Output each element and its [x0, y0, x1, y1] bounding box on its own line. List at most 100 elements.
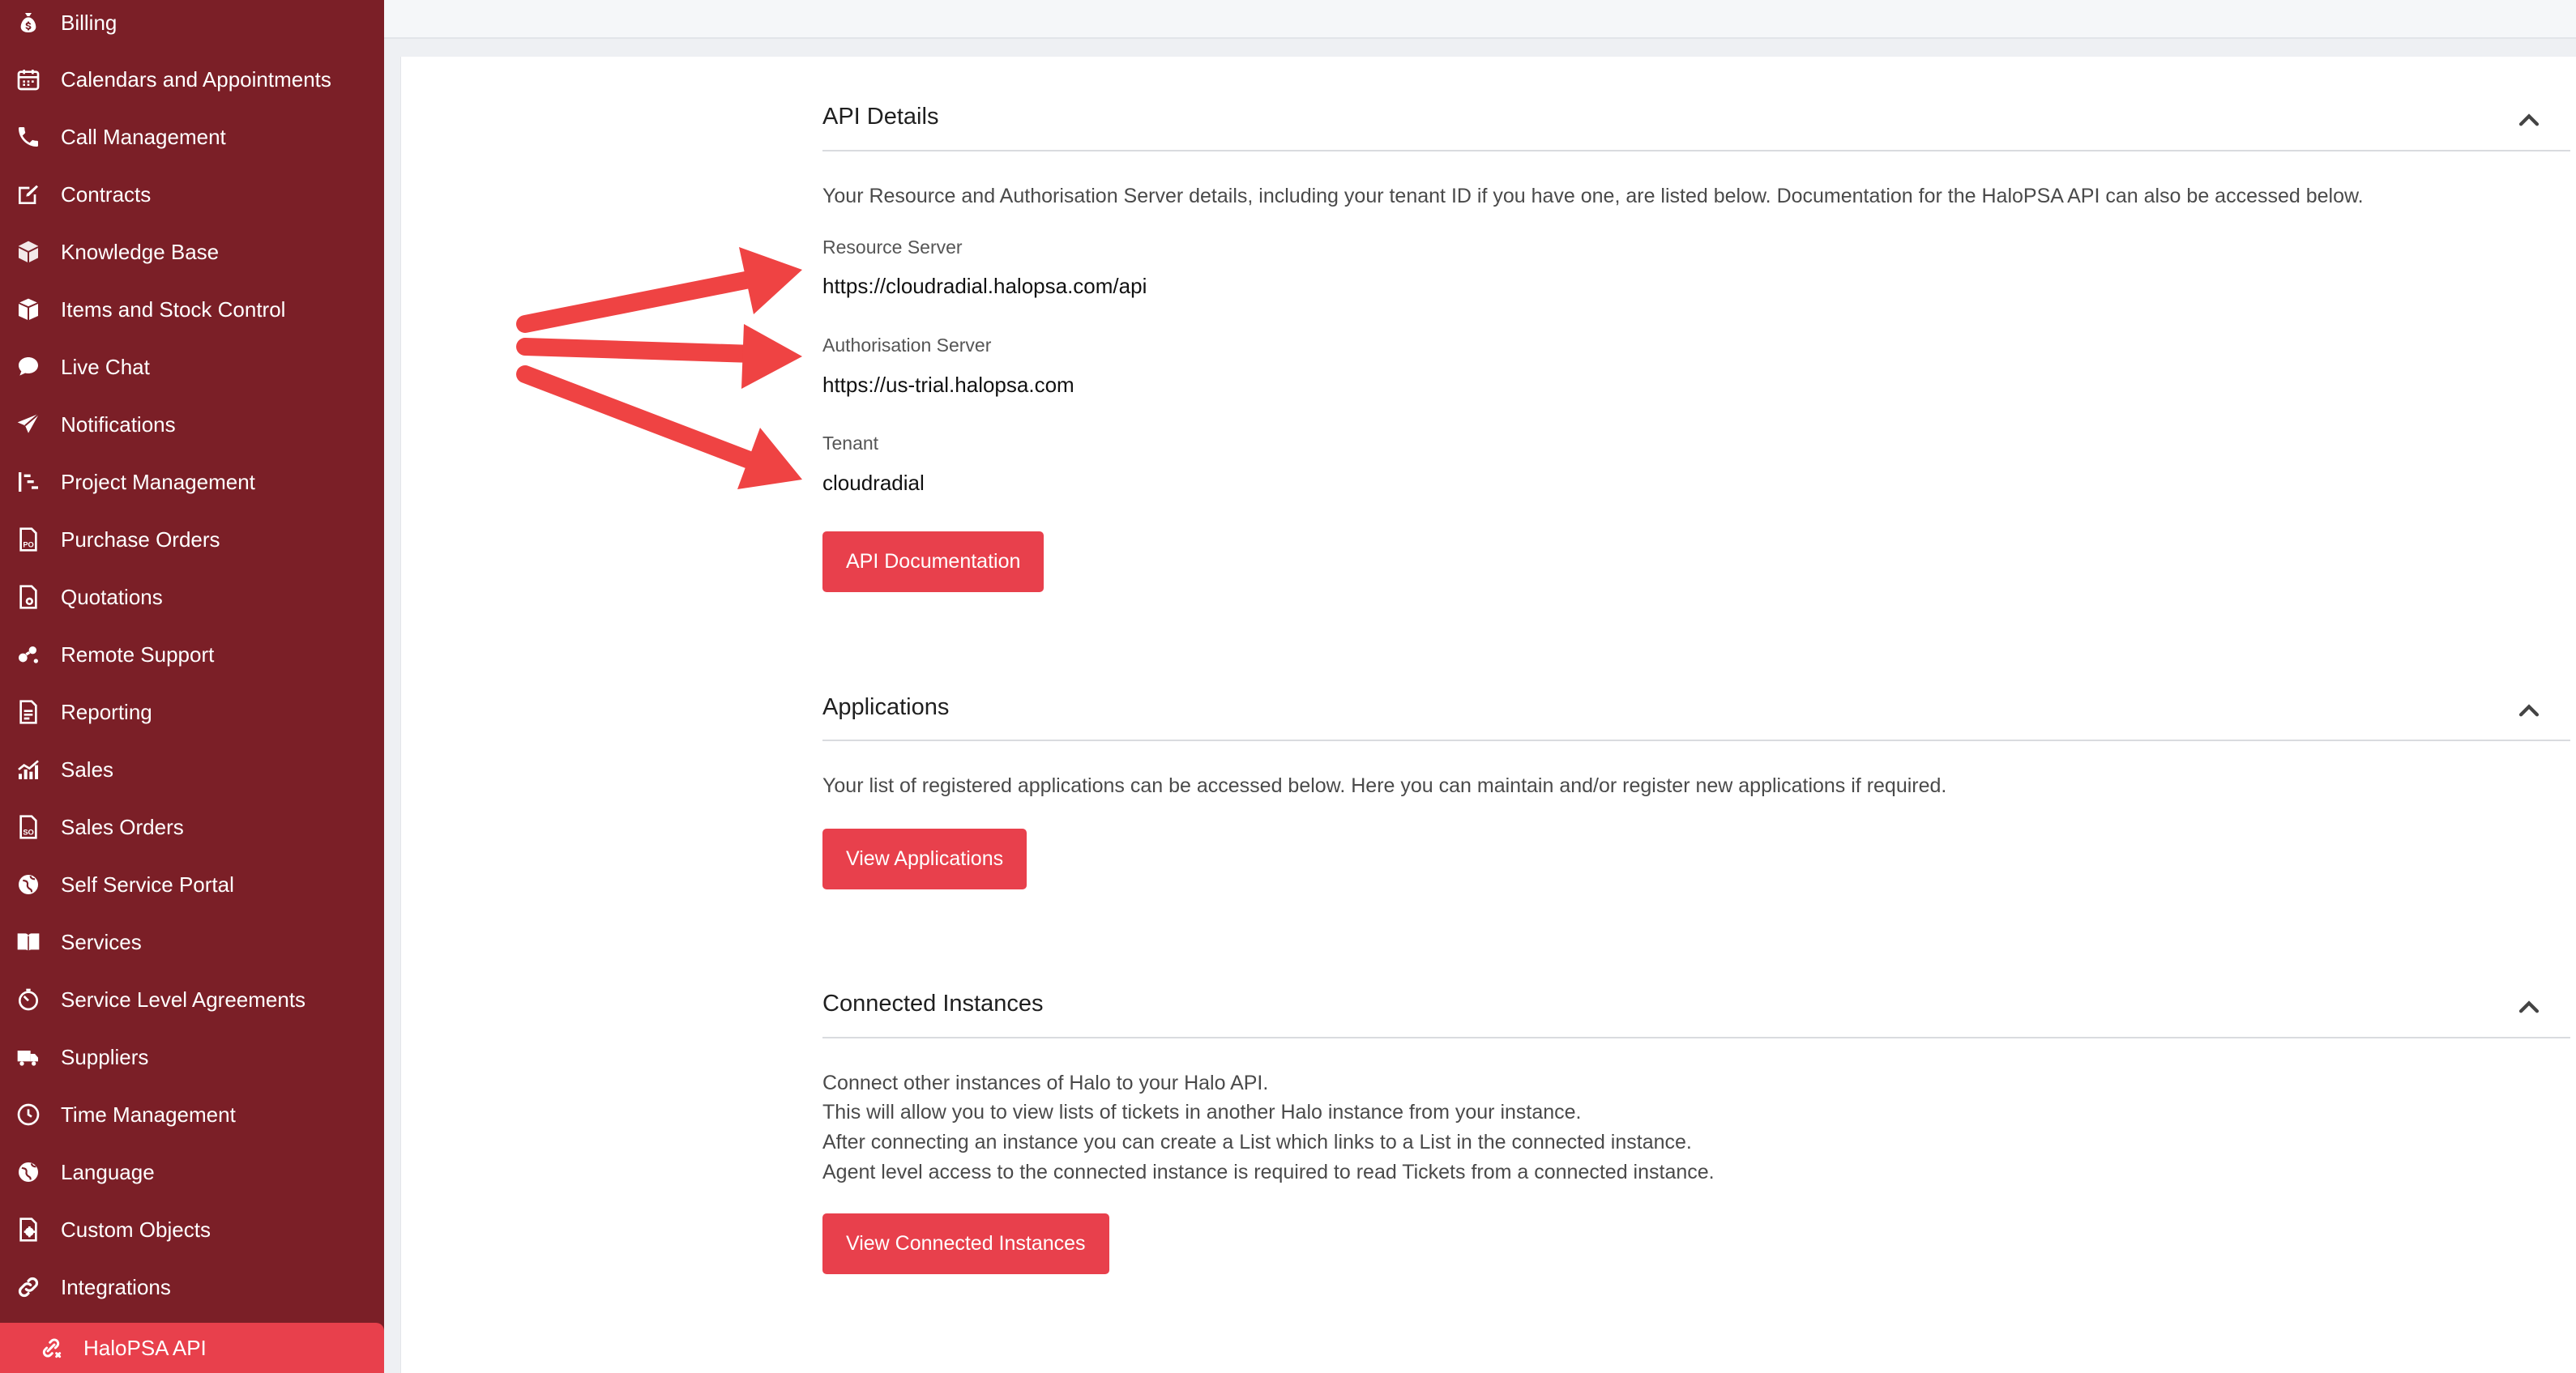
sidebar-item-label: Contracts	[61, 181, 152, 207]
stopwatch-icon	[15, 986, 42, 1013]
sidebar-item-label: Custom Objects	[61, 1217, 211, 1242]
sidebar-item-label: Suppliers	[61, 1044, 149, 1069]
sidebar-item-purchase-orders[interactable]: PO Purchase Orders	[0, 515, 384, 564]
sidebar-item-label: Knowledge Base	[61, 239, 220, 264]
sidebar-item-services[interactable]: Services	[0, 918, 384, 966]
contract-edit-icon	[15, 181, 42, 208]
view-applications-button[interactable]: View Applications	[822, 829, 1027, 889]
api-documentation-button[interactable]: API Documentation	[822, 531, 1044, 592]
sidebar-item-time-management[interactable]: Time Management	[0, 1090, 384, 1139]
sidebar-item-live-chat[interactable]: Live Chat	[0, 343, 384, 391]
sidebar-item-knowledge-base[interactable]: Knowledge Base	[0, 228, 384, 276]
sidebar-item-label: Project Management	[61, 469, 255, 494]
sidebar-item-label: Billing	[61, 10, 117, 35]
chevron-up-icon[interactable]	[2515, 107, 2543, 134]
box-icon	[15, 296, 42, 323]
sidebar-item-quotations[interactable]: Quotations	[0, 573, 384, 621]
sidebar-item-label: Sales	[61, 757, 114, 782]
open-book-icon	[15, 928, 42, 956]
chat-bubble-icon	[15, 353, 42, 381]
sidebar-item-sla[interactable]: Service Level Agreements	[0, 975, 384, 1024]
sidebar-item-label: Language	[61, 1159, 155, 1184]
clock-icon	[15, 1101, 42, 1128]
truck-icon	[15, 1043, 42, 1071]
sidebar-item-label: Live Chat	[61, 354, 150, 379]
sidebar-item-label: Reporting	[61, 699, 152, 724]
section-divider	[822, 150, 2570, 151]
gantt-icon	[15, 468, 42, 496]
sidebar-item-label: HaloPSA API	[83, 1335, 207, 1360]
sidebar-item-label: Items and Stock Control	[61, 296, 286, 322]
sidebar-item-label: Services	[61, 929, 142, 954]
view-connected-instances-button[interactable]: View Connected Instances	[822, 1213, 1109, 1274]
calendar-icon	[15, 66, 42, 93]
sales-chart-icon	[15, 756, 42, 783]
svg-text:PO: PO	[23, 540, 33, 548]
sidebar-item-label: Purchase Orders	[61, 527, 220, 552]
api-details-description: Your Resource and Authorisation Server d…	[822, 185, 2364, 207]
sidebar-item-sales-orders[interactable]: SO Sales Orders	[0, 803, 384, 851]
tenant-label: Tenant	[822, 433, 879, 454]
sidebar-item-calendars[interactable]: Calendars and Appointments	[0, 55, 384, 104]
section-divider	[822, 740, 2570, 741]
resource-server-value: https://cloudradial.halopsa.com/api	[822, 274, 1147, 298]
sidebar-item-integrations[interactable]: Integrations	[0, 1263, 384, 1311]
sidebar-item-self-service-portal[interactable]: Self Service Portal	[0, 860, 384, 909]
sidebar-item-label: Self Service Portal	[61, 872, 234, 897]
sidebar-item-label: Service Level Agreements	[61, 987, 306, 1012]
applications-description: Your list of registered applications can…	[822, 774, 1947, 797]
sidebar-item-label: Quotations	[61, 584, 163, 609]
sidebar-item-contracts[interactable]: Contracts	[0, 170, 384, 219]
sidebar-item-label: Remote Support	[61, 642, 215, 667]
remote-link-icon	[15, 641, 42, 668]
sidebar-item-call-management[interactable]: Call Management	[0, 113, 384, 161]
sidebar-item-language[interactable]: Language	[0, 1148, 384, 1196]
language-globe-icon	[15, 1158, 42, 1186]
phone-icon	[15, 123, 42, 151]
applications-title: Applications	[822, 694, 950, 720]
sidebar-item-suppliers[interactable]: Suppliers	[0, 1033, 384, 1081]
money-bag-icon	[15, 9, 42, 36]
tenant-value: cloudradial	[822, 471, 925, 495]
svg-text:SO: SO	[23, 828, 33, 836]
so-document-icon: SO	[15, 813, 42, 841]
sidebar-item-billing[interactable]: Billing	[0, 0, 384, 47]
sidebar-item-label: Time Management	[61, 1102, 236, 1127]
authorisation-server-label: Authorisation Server	[822, 335, 992, 356]
sidebar-item-items-stock[interactable]: Items and Stock Control	[0, 285, 384, 334]
report-document-icon	[15, 698, 42, 726]
sidebar-item-label: Calendars and Appointments	[61, 66, 331, 92]
book-cube-icon	[15, 238, 42, 266]
connected-instances-line: Agent level access to the connected inst…	[822, 1161, 1715, 1183]
section-divider	[822, 1037, 2570, 1038]
api-link-icon	[37, 1334, 65, 1362]
connected-instances-line: Connect other instances of Halo to your …	[822, 1072, 1269, 1094]
sidebar-item-label: Sales Orders	[61, 814, 184, 839]
sidebar-item-notifications[interactable]: Notifications	[0, 400, 384, 449]
connected-instances-title: Connected Instances	[822, 991, 1044, 1017]
api-details-title: API Details	[822, 104, 939, 130]
sidebar-item-label: Call Management	[61, 124, 226, 149]
sidebar-item-project-management[interactable]: Project Management	[0, 458, 384, 506]
quote-document-icon	[15, 583, 42, 611]
sidebar-item-halopsa-api[interactable]: HaloPSA API	[0, 1323, 384, 1373]
po-document-icon: PO	[15, 526, 42, 553]
chevron-up-icon[interactable]	[2515, 697, 2543, 725]
sidebar-item-label: Integrations	[61, 1274, 171, 1299]
sidebar: Billing Calendars and Appointments Call …	[0, 0, 384, 1373]
paper-plane-icon	[15, 411, 42, 438]
resource-server-label: Resource Server	[822, 237, 963, 258]
sidebar-item-remote-support[interactable]: Remote Support	[0, 630, 384, 679]
authorisation-server-value: https://us-trial.halopsa.com	[822, 373, 1074, 397]
sidebar-item-label: Notifications	[61, 411, 176, 437]
sidebar-item-reporting[interactable]: Reporting	[0, 688, 384, 736]
connected-instances-line: This will allow you to view lists of tic…	[822, 1101, 1582, 1124]
chevron-up-icon[interactable]	[2515, 994, 2543, 1021]
custom-object-icon	[15, 1216, 42, 1243]
connected-instances-line: After connecting an instance you can cre…	[822, 1131, 1692, 1153]
globe-icon	[15, 871, 42, 898]
sidebar-item-sales[interactable]: Sales	[0, 745, 384, 794]
link-icon	[15, 1273, 42, 1301]
top-bar	[384, 0, 2576, 39]
sidebar-item-custom-objects[interactable]: Custom Objects	[0, 1205, 384, 1254]
